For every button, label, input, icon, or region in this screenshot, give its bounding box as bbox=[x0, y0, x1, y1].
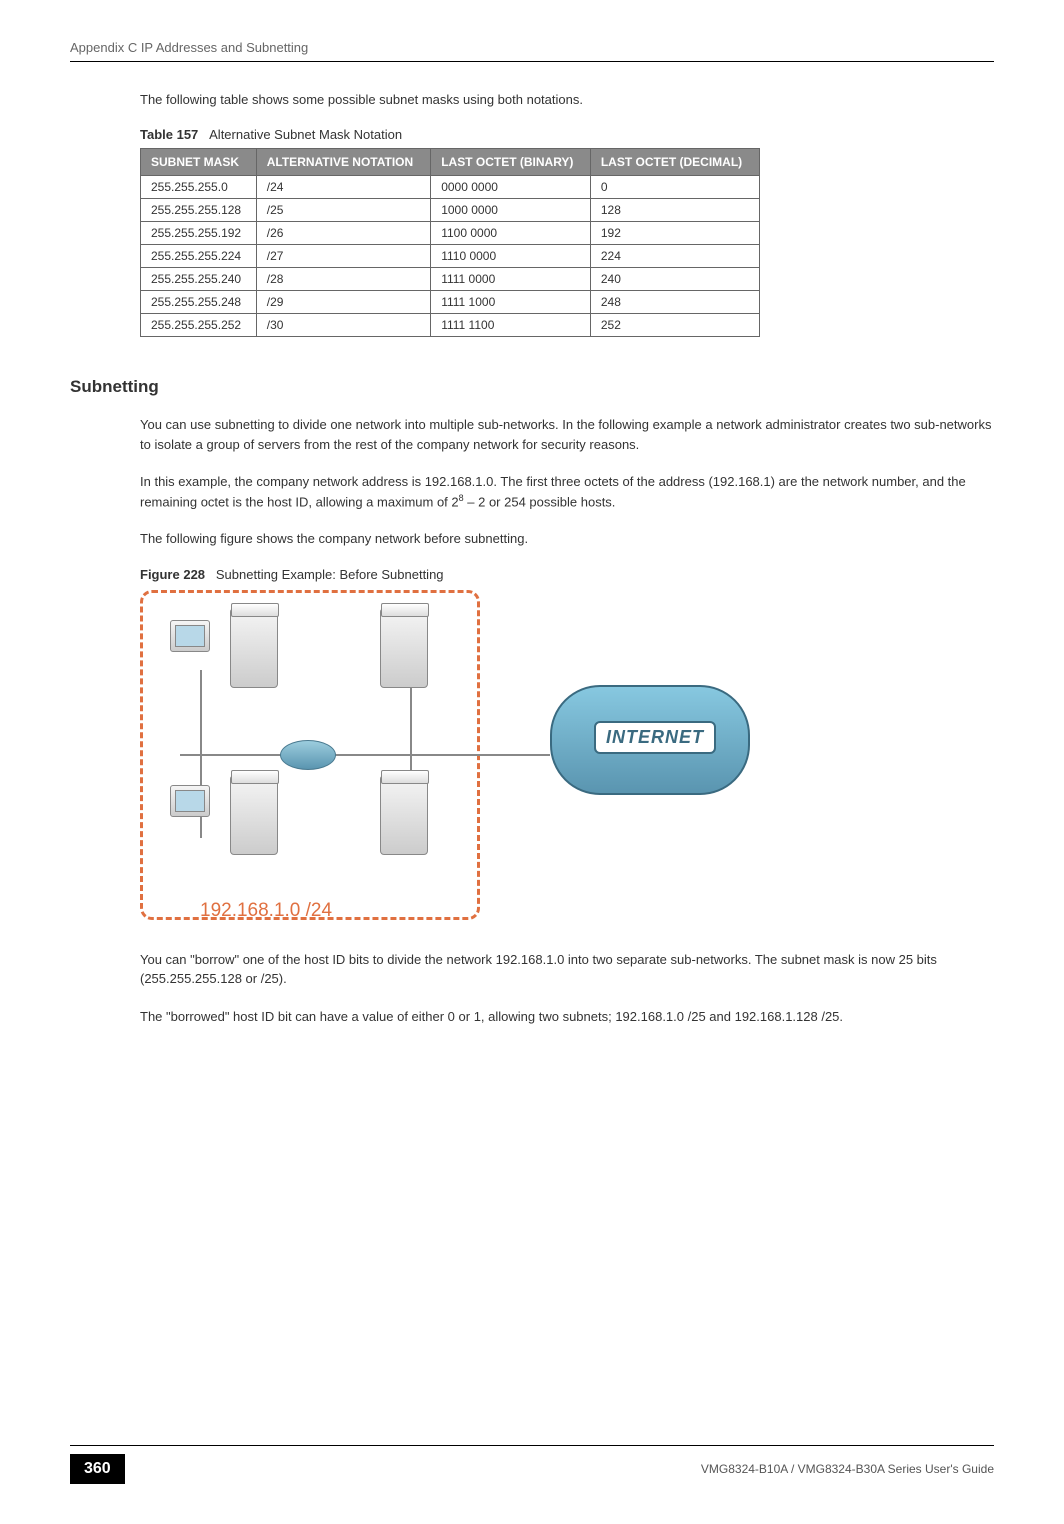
table-cell: 252 bbox=[590, 314, 759, 337]
table-row: 255.255.255.0/240000 00000 bbox=[141, 176, 760, 199]
server-icon bbox=[230, 775, 278, 855]
table-cell: 224 bbox=[590, 245, 759, 268]
table-cell: 248 bbox=[590, 291, 759, 314]
server-icon bbox=[380, 775, 428, 855]
table-cell: 1100 0000 bbox=[431, 222, 591, 245]
table-cell: 255.255.255.0 bbox=[141, 176, 257, 199]
table-cell: 0000 0000 bbox=[431, 176, 591, 199]
table-cell: 240 bbox=[590, 268, 759, 291]
table-row: 255.255.255.248/291111 1000248 bbox=[141, 291, 760, 314]
subnet-label: 192.168.1.0 /24 bbox=[200, 900, 332, 922]
th-alt-notation: ALTERNATIVE NOTATION bbox=[256, 149, 430, 176]
table-cell: 255.255.255.128 bbox=[141, 199, 257, 222]
table-row: 255.255.255.240/281111 0000240 bbox=[141, 268, 760, 291]
network-line bbox=[200, 670, 202, 754]
header-rule bbox=[70, 61, 994, 62]
pc-icon bbox=[170, 785, 210, 817]
after-para-2: The "borrowed" host ID bit can have a va… bbox=[140, 1007, 994, 1027]
table-cell: /28 bbox=[256, 268, 430, 291]
table-cell: /30 bbox=[256, 314, 430, 337]
para-3: The following figure shows the company n… bbox=[140, 529, 994, 549]
para-2: In this example, the company network add… bbox=[140, 472, 994, 511]
network-line bbox=[180, 754, 550, 756]
appendix-header: Appendix C IP Addresses and Subnetting bbox=[70, 40, 994, 55]
table-caption-text: Alternative Subnet Mask Notation bbox=[209, 127, 402, 142]
table-row: 255.255.255.252/301111 1100252 bbox=[141, 314, 760, 337]
table-cell: /26 bbox=[256, 222, 430, 245]
table-number: Table 157 bbox=[140, 127, 198, 142]
table-cell: /29 bbox=[256, 291, 430, 314]
table-cell: /27 bbox=[256, 245, 430, 268]
table-cell: 0 bbox=[590, 176, 759, 199]
th-binary: LAST OCTET (BINARY) bbox=[431, 149, 591, 176]
server-icon bbox=[380, 608, 428, 688]
subnet-mask-table: SUBNET MASK ALTERNATIVE NOTATION LAST OC… bbox=[140, 148, 760, 337]
internet-cloud: INTERNET bbox=[550, 685, 750, 805]
footer-guide-text: VMG8324-B10A / VMG8324-B30A Series User'… bbox=[701, 1462, 994, 1476]
figure-caption: Figure 228 Subnetting Example: Before Su… bbox=[140, 567, 994, 582]
th-subnet-mask: SUBNET MASK bbox=[141, 149, 257, 176]
server-icon bbox=[230, 608, 278, 688]
table-cell: 1111 1100 bbox=[431, 314, 591, 337]
table-cell: 192 bbox=[590, 222, 759, 245]
page-footer: 360 VMG8324-B10A / VMG8324-B30A Series U… bbox=[70, 1445, 994, 1484]
table-cell: 255.255.255.248 bbox=[141, 291, 257, 314]
table-header-row: SUBNET MASK ALTERNATIVE NOTATION LAST OC… bbox=[141, 149, 760, 176]
section-heading: Subnetting bbox=[70, 377, 994, 397]
table-cell: 1111 1000 bbox=[431, 291, 591, 314]
para-1: You can use subnetting to divide one net… bbox=[140, 415, 994, 454]
pc-icon bbox=[170, 620, 210, 652]
table-cell: /25 bbox=[256, 199, 430, 222]
after-para-1: You can "borrow" one of the host ID bits… bbox=[140, 950, 994, 989]
figure-diagram: INTERNET 192.168.1.0 /24 bbox=[140, 590, 750, 925]
th-decimal: LAST OCTET (DECIMAL) bbox=[590, 149, 759, 176]
para-2-post: – 2 or 254 possible hosts. bbox=[464, 494, 616, 509]
table-row: 255.255.255.224/271110 0000224 bbox=[141, 245, 760, 268]
figure-number: Figure 228 bbox=[140, 567, 205, 582]
table-row: 255.255.255.192/261100 0000192 bbox=[141, 222, 760, 245]
table-caption: Table 157 Alternative Subnet Mask Notati… bbox=[140, 127, 994, 142]
table-cell: 1111 0000 bbox=[431, 268, 591, 291]
router-icon bbox=[280, 740, 336, 770]
intro-text: The following table shows some possible … bbox=[140, 92, 994, 107]
table-cell: 128 bbox=[590, 199, 759, 222]
figure-caption-text: Subnetting Example: Before Subnetting bbox=[216, 567, 444, 582]
table-cell: 1000 0000 bbox=[431, 199, 591, 222]
table-cell: 255.255.255.240 bbox=[141, 268, 257, 291]
table-row: 255.255.255.128/251000 0000128 bbox=[141, 199, 760, 222]
table-cell: 255.255.255.192 bbox=[141, 222, 257, 245]
table-cell: 1110 0000 bbox=[431, 245, 591, 268]
table-cell: /24 bbox=[256, 176, 430, 199]
page-number: 360 bbox=[70, 1454, 125, 1484]
cloud-label: INTERNET bbox=[594, 721, 716, 754]
table-cell: 255.255.255.252 bbox=[141, 314, 257, 337]
table-cell: 255.255.255.224 bbox=[141, 245, 257, 268]
